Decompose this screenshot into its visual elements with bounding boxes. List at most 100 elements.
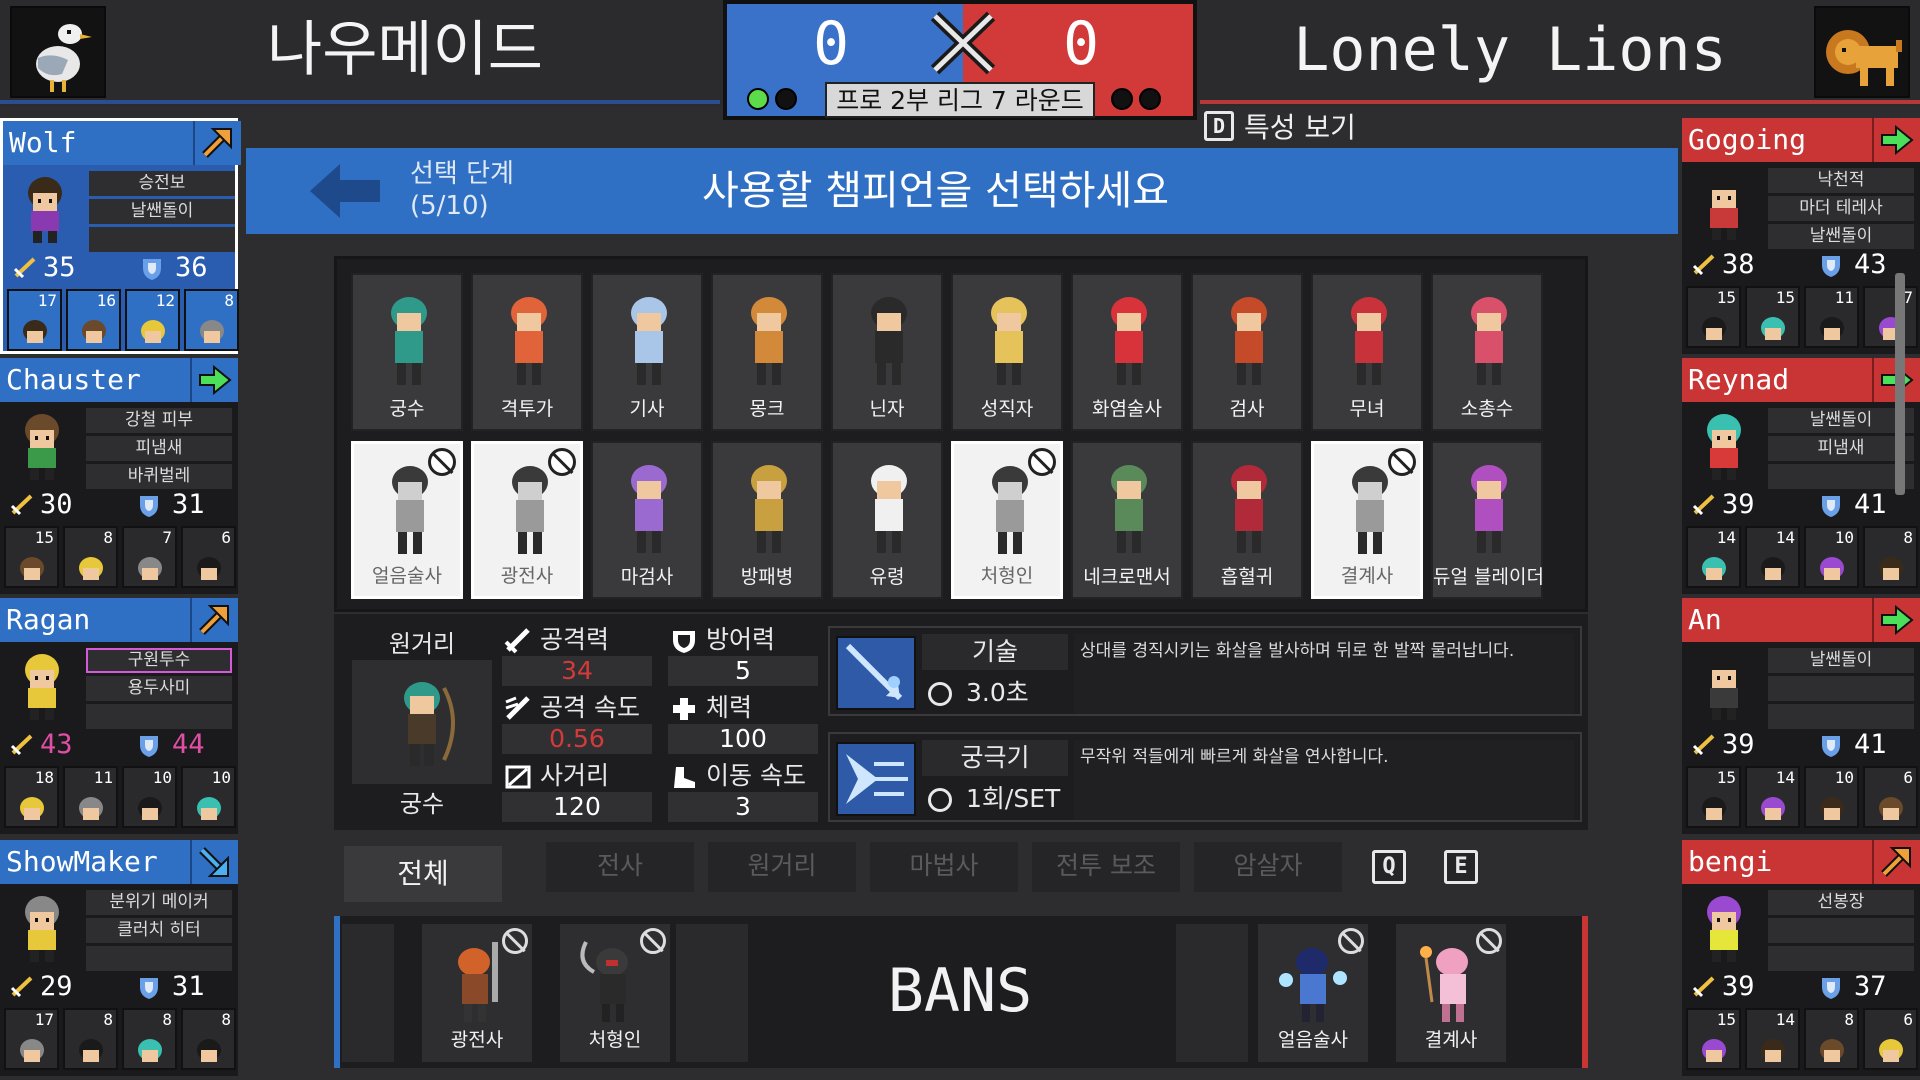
mastery-count: 11 (93, 768, 113, 787)
arrow-right-icon (1872, 118, 1920, 162)
right-team-logo (1814, 6, 1910, 98)
right-player-card[interactable]: bengi 선봉장 39 37 15 14 8 6 (1682, 840, 1920, 1076)
champion-mastery: 8 (1804, 1008, 1859, 1070)
champion-card[interactable]: 궁수 (351, 273, 463, 431)
champion-card[interactable]: 네크로맨서 (1071, 441, 1183, 599)
tab-warrior[interactable]: 전사 (546, 842, 694, 892)
right-player-card[interactable]: An 날쌘돌이 39 41 15 14 10 6 (1682, 598, 1920, 834)
player-champion-pool: 17 16 12 8 (7, 289, 239, 353)
skill-label: 기술 (922, 634, 1068, 670)
right-player-card[interactable]: Reynad 날쌘돌이 피냄새 39 41 14 14 10 8 (1682, 358, 1920, 594)
player-portrait (1690, 648, 1760, 722)
mastery-count: 8 (103, 528, 113, 547)
champion-grid-scrollbar[interactable] (1895, 273, 1905, 495)
right-team-name: Lonely Lions (1293, 15, 1727, 85)
champion-card[interactable]: 닌자 (831, 273, 943, 431)
champion-sprite-icon (631, 297, 667, 385)
tab-support[interactable]: 전투 보조 (1032, 842, 1180, 892)
champion-mastery: 6 (1863, 766, 1918, 828)
tab-mage[interactable]: 마법사 (870, 842, 1018, 892)
ultimate-label: 궁극기 (922, 740, 1068, 776)
champion-mastery: 6 (181, 526, 236, 588)
crossed-swords-icon (930, 11, 996, 75)
champion-card[interactable]: 성직자 (951, 273, 1063, 431)
champion-mastery: 14 (1745, 526, 1800, 588)
ban-icon (428, 448, 456, 476)
arrow-up-right-icon (193, 121, 241, 165)
ban-name: 처형인 (588, 1029, 642, 1051)
stat-health: 체력 100 (668, 692, 818, 756)
mastery-count: 15 (1716, 288, 1736, 307)
left-player-card[interactable]: Chauster 강철 피부 피냄새 바퀴벌레 30 31 15 8 7 6 (0, 358, 238, 594)
left-player-card[interactable]: Ragan 구원투수 용두사미 43 44 18 11 10 10 (0, 598, 238, 834)
skill-description: 상대를 경직시키는 화살을 발사하며 뒤로 한 발짝 물러납니다. (1074, 634, 1574, 714)
left-player-card[interactable]: ShowMaker 분위기 메이커 클러치 히터 29 31 17 8 8 8 (0, 840, 238, 1076)
champion-card[interactable]: 무녀 (1311, 273, 1423, 431)
champion-card[interactable]: 몽크 (711, 273, 823, 431)
right-player-card[interactable]: Gogoing 낙천적 마더 테레사 날쌘돌이 38 43 15 15 11 7 (1682, 118, 1920, 354)
stat-defense-value: 5 (668, 656, 818, 686)
arrow-down-right-icon (190, 840, 238, 884)
champion-card[interactable]: 흡혈귀 (1191, 441, 1303, 599)
tab-all[interactable]: 전체 (344, 846, 502, 902)
champion-card[interactable]: 방패병 (711, 441, 823, 599)
player-name: bengi (1682, 840, 1872, 884)
player-attack: 39 (1722, 729, 1755, 760)
champion-name: 흡혈귀 (1220, 566, 1274, 588)
champion-card: 광전사 (471, 441, 583, 599)
champion-sprite-icon (511, 297, 547, 385)
key-q-icon[interactable]: Q (1372, 850, 1406, 884)
ban-slot-empty (342, 924, 394, 1062)
skill-cooldown-value: 3.0초 (966, 678, 1029, 707)
mastery-count: 7 (162, 528, 172, 547)
champion-card[interactable]: 마검사 (591, 441, 703, 599)
mastery-count: 6 (221, 528, 231, 547)
champion-category: 원거리 (388, 630, 456, 658)
key-e-icon[interactable]: E (1444, 850, 1478, 884)
tab-ranged[interactable]: 원거리 (708, 842, 856, 892)
right-score: 0 (1063, 9, 1100, 79)
round-label: 프로 2부 리그 7 라운드 (825, 82, 1095, 118)
champion-card[interactable]: 유령 (831, 441, 943, 599)
champion-mastery: 14 (1745, 1008, 1800, 1070)
champion-card[interactable]: 기사 (591, 273, 703, 431)
champion-sprite-icon (1471, 465, 1507, 553)
player-trait: 클러치 히터 (86, 918, 232, 943)
champion-mastery: 8 (181, 1008, 236, 1070)
champion-card[interactable]: 듀얼 블레이더 (1431, 441, 1544, 599)
player-stats: 29 31 (0, 970, 238, 1004)
champion-card[interactable]: 화염술사 (1071, 273, 1183, 431)
sword-icon (10, 494, 33, 516)
stat-attack-speed-value: 0.56 (502, 724, 652, 754)
player-traits: 낙천적 마더 테레사 날쌘돌이 (1768, 168, 1914, 252)
champion-name: 소총수 (1460, 398, 1514, 420)
champion-mastery: 8 (63, 526, 118, 588)
mastery-count: 17 (37, 291, 57, 310)
champion-mastery: 15 (1686, 766, 1741, 828)
ban-name: 얼음술사 (1278, 1029, 1348, 1051)
player-stats: 43 44 (0, 728, 238, 762)
champion-card[interactable]: 검사 (1191, 273, 1303, 431)
ultimate-cooldown: 1회/SET (922, 780, 1068, 818)
champion-card[interactable]: 격투가 (471, 273, 583, 431)
player-trait (1768, 704, 1914, 729)
stat-defense: 방어력 5 (668, 624, 818, 688)
player-trait: 용두사미 (86, 676, 232, 701)
ban-name: 광전사 (450, 1029, 504, 1051)
champion-mastery: 15 (4, 526, 59, 588)
view-traits-button[interactable]: D 특성 보기 (1204, 108, 1356, 144)
left-score: 0 (813, 9, 850, 79)
left-player-card[interactable]: Wolf 승전보 날쌘돌이 35 36 17 16 12 8 (0, 118, 241, 354)
champion-card[interactable]: 소총수 (1431, 273, 1543, 431)
champion-name: 광전사 (500, 565, 554, 587)
arrow-left-icon[interactable] (310, 164, 380, 218)
stat-range-label: 사거리 (540, 761, 610, 790)
mastery-count: 12 (155, 291, 175, 310)
player-name: ShowMaker (0, 840, 190, 884)
mastery-count: 11 (1834, 288, 1854, 307)
scoreboard: 0 0 프로 2부 리그 7 라운드 (723, 0, 1197, 120)
mastery-count: 15 (1716, 768, 1736, 787)
tab-assassin[interactable]: 암살자 (1194, 842, 1342, 892)
stat-move-speed-label: 이동 속도 (706, 761, 806, 790)
champion-mastery: 10 (122, 766, 177, 828)
